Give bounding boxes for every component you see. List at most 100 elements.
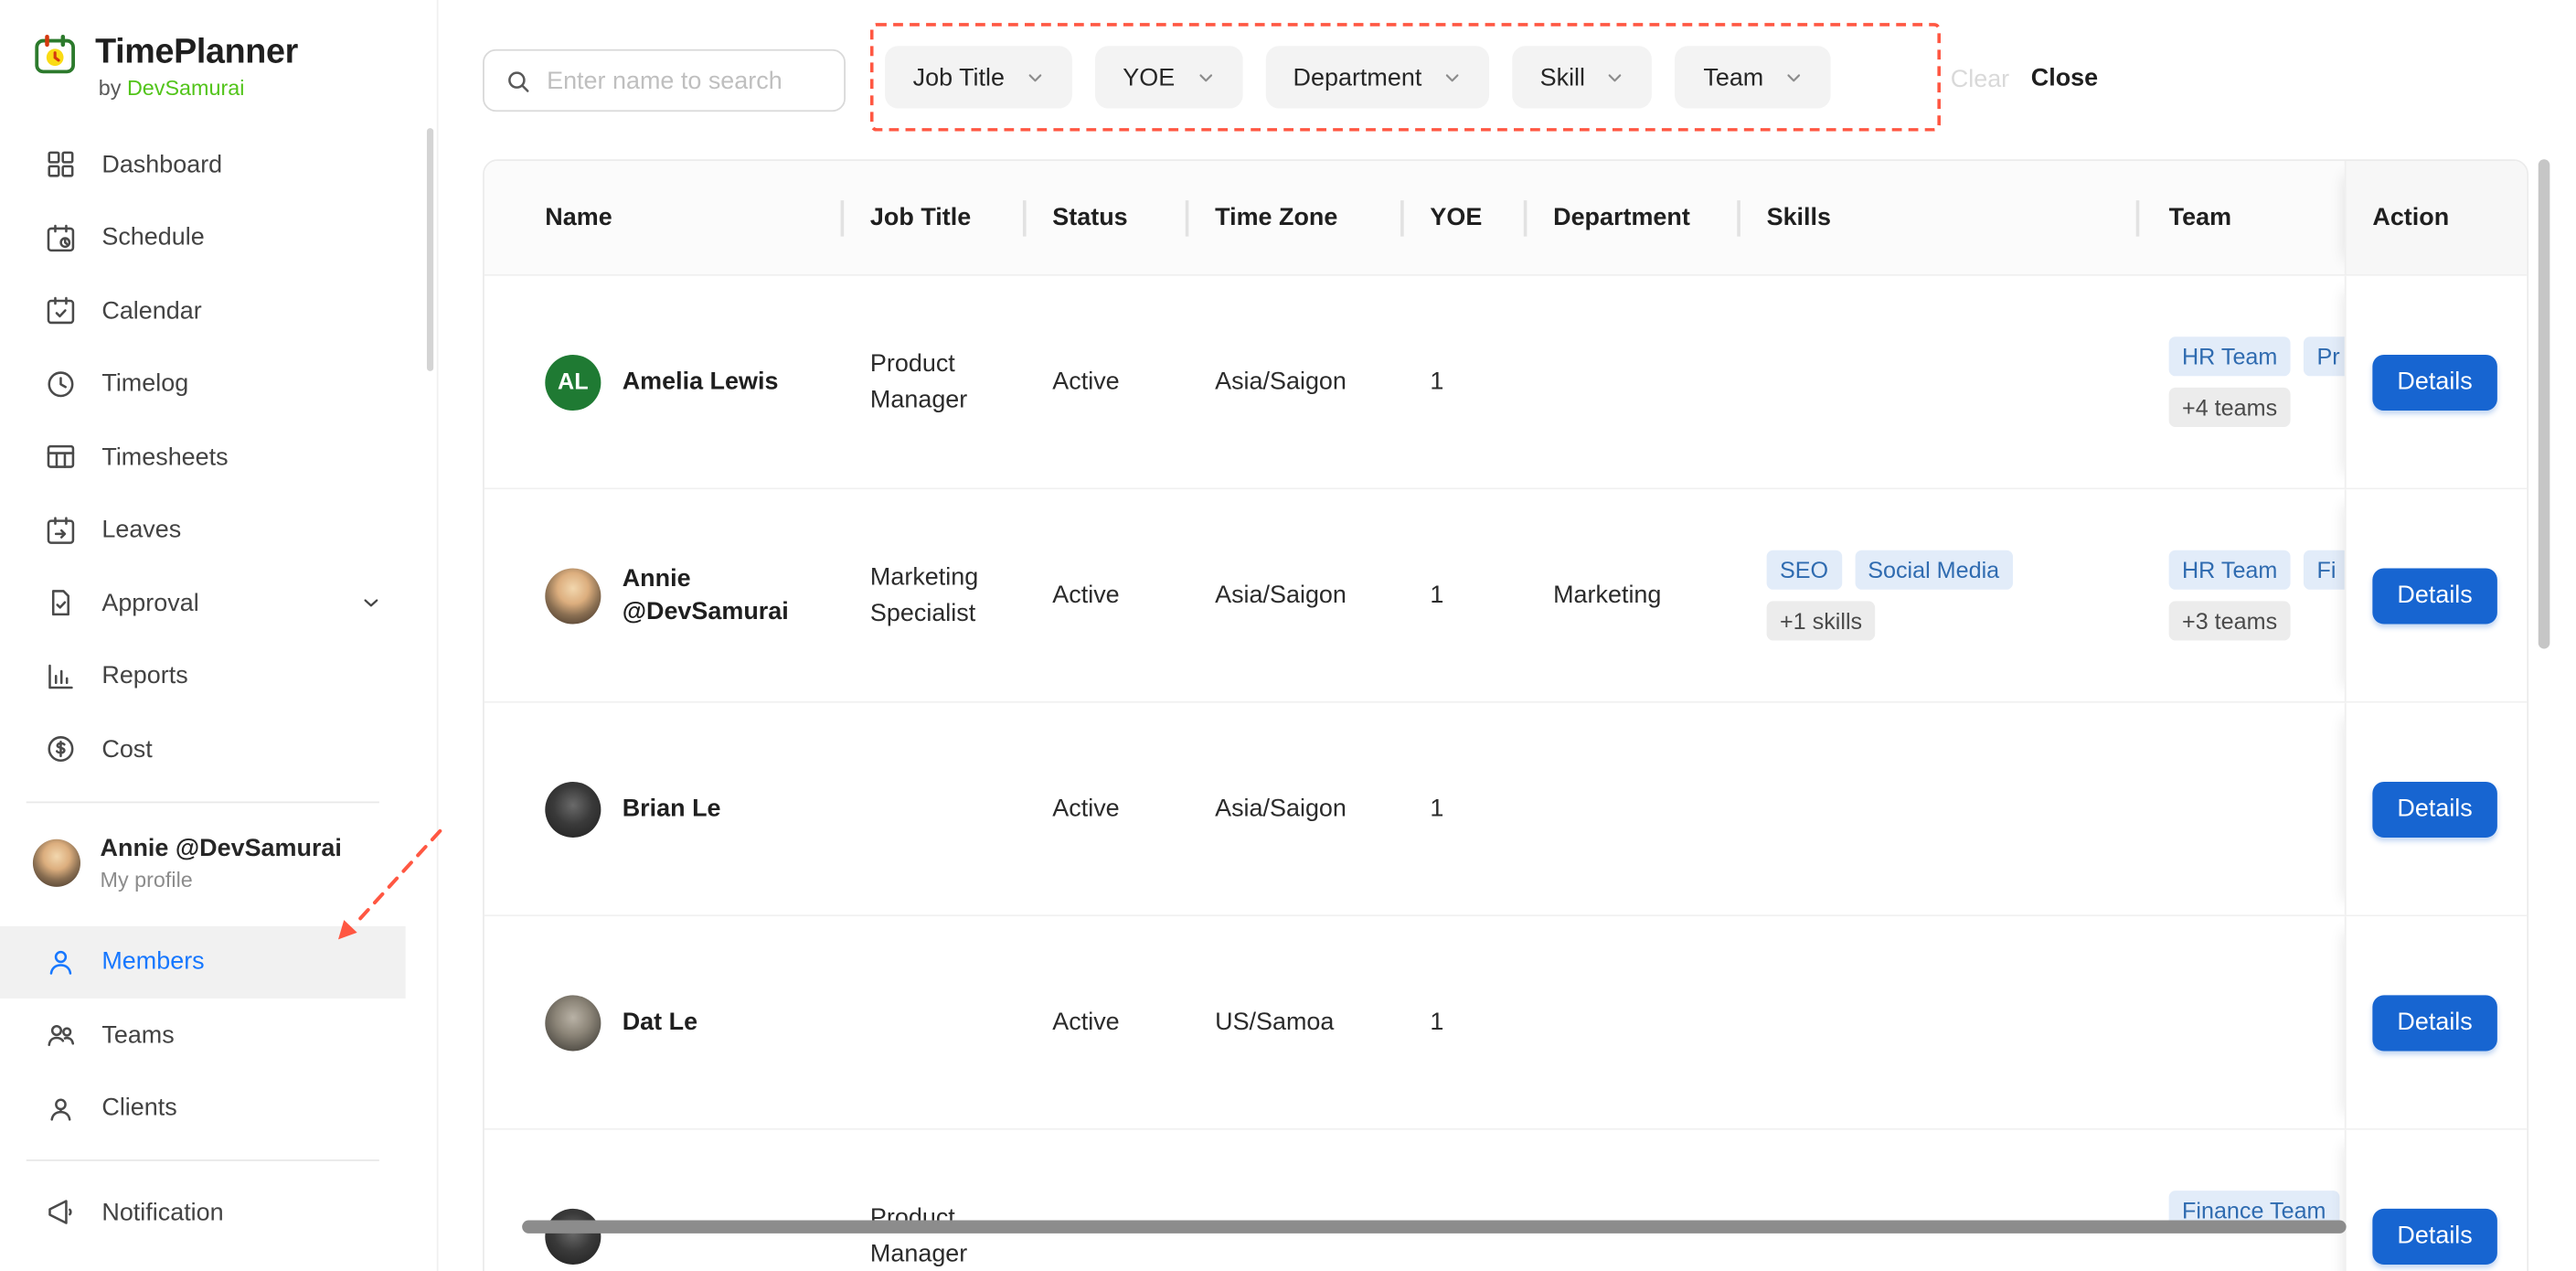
department-cell — [1524, 916, 1737, 1128]
action-cell: Details — [2344, 275, 2528, 488]
sidebar-nav: Dashboard Schedule Calendar Timelog Time… — [0, 128, 437, 785]
team-cell — [2136, 703, 2345, 915]
sidebar-divider — [26, 800, 379, 803]
team-chip: HR Team — [2168, 336, 2291, 377]
sidebar-item-notification[interactable]: Notification — [0, 1176, 406, 1249]
details-button[interactable]: Details — [2372, 567, 2497, 624]
job-title-cell: Product Manager — [869, 1203, 968, 1267]
team-cell: HR Team Pr +4 teams — [2136, 276, 2353, 488]
table-row[interactable]: AL Amelia Lewis Product Manager Active A… — [484, 275, 2528, 490]
action-cell: Details — [2344, 1129, 2528, 1271]
members-icon — [49, 950, 72, 975]
search-input[interactable] — [547, 66, 825, 95]
app-title: TimePlanner — [95, 32, 298, 71]
avatar — [545, 1208, 601, 1265]
details-button[interactable]: Details — [2372, 781, 2497, 838]
schedule-icon — [47, 224, 75, 251]
time-zone-cell: US/Samoa — [1215, 1008, 1335, 1036]
action-cell: Details — [2344, 916, 2528, 1128]
column-header-status: Status — [1022, 161, 1186, 274]
skill-chip: Social Media — [1854, 550, 2013, 590]
member-name: Dat Le — [622, 1008, 698, 1036]
sidebar-item-approval[interactable]: Approval — [0, 567, 406, 640]
skills-cell — [1737, 1130, 2135, 1271]
horizontal-scrollbar[interactable] — [522, 1220, 2347, 1234]
dashboard-icon — [48, 152, 74, 178]
column-header-job-title: Job Title — [840, 161, 1023, 274]
chevron-down-icon — [1609, 73, 1623, 81]
table-row[interactable]: Product Manager Finance Team Details — [484, 1129, 2528, 1271]
reports-icon — [48, 664, 73, 689]
sidebar-item-schedule[interactable]: Schedule — [0, 201, 406, 274]
member-name: Annie @DevSamurai — [622, 564, 789, 625]
column-header-team: Team — [2135, 161, 2345, 274]
profile-name: Annie @DevSamurai — [100, 834, 342, 863]
time-zone-cell: Asia/Saigon — [1215, 794, 1347, 823]
chevron-down-icon — [1787, 73, 1801, 81]
chevron-down-icon — [1445, 73, 1459, 81]
table-row[interactable]: Brian Le Active Asia/Saigon 1 Details — [484, 702, 2528, 917]
leaves-icon — [47, 516, 75, 544]
sidebar-item-cost[interactable]: Cost — [0, 713, 406, 786]
sidebar-divider — [26, 1159, 379, 1161]
team-cell — [2136, 916, 2345, 1128]
action-cell: Details — [2344, 489, 2528, 701]
column-header-skills: Skills — [1737, 161, 2135, 274]
department-cell: Marketing — [1553, 581, 1662, 609]
table-row[interactable]: Dat Le Active US/Samoa 1 Details — [484, 916, 2528, 1130]
sidebar-item-timesheets[interactable]: Timesheets — [0, 421, 406, 494]
vertical-scrollbar[interactable] — [2538, 159, 2550, 649]
action-cell: Details — [2344, 702, 2528, 915]
skills-cell: SEO Social Media +1 skills — [1737, 489, 2135, 701]
column-header-department: Department — [1523, 161, 1737, 274]
sidebar-item-members[interactable]: Members — [0, 925, 406, 999]
skills-cell — [1737, 916, 2135, 1128]
timesheets-icon — [47, 445, 75, 469]
main-content: Job Title YOE Department Skill Team Clea… — [439, 0, 2576, 1271]
timelog-icon — [48, 370, 74, 397]
filter-skill[interactable]: Skill — [1512, 46, 1653, 109]
team-chip: HR Team — [2168, 550, 2291, 590]
search-icon — [508, 70, 529, 91]
member-name: Amelia Lewis — [622, 367, 779, 396]
filter-job-title[interactable]: Job Title — [885, 46, 1072, 109]
sidebar-item-reports[interactable]: Reports — [0, 640, 406, 713]
details-button[interactable]: Details — [2372, 1208, 2497, 1265]
chevron-down-icon — [1198, 73, 1212, 81]
sidebar-item-dashboard[interactable]: Dashboard — [0, 128, 406, 201]
details-button[interactable]: Details — [2372, 354, 2497, 411]
column-header-name: Name — [545, 203, 612, 232]
sidebar-item-leaves[interactable]: Leaves — [0, 494, 406, 567]
job-title-cell: Marketing Specialist — [869, 562, 979, 627]
avatar — [545, 567, 601, 624]
filter-team[interactable]: Team — [1675, 46, 1831, 109]
filter-yoe[interactable]: YOE — [1094, 46, 1242, 109]
status-cell: Active — [1052, 581, 1120, 609]
sidebar-scrollbar[interactable] — [426, 128, 434, 371]
table-row[interactable]: Annie @DevSamurai Marketing Specialist A… — [484, 489, 2528, 703]
sidebar-item-calendar[interactable]: Calendar — [0, 274, 406, 347]
sidebar-item-clients[interactable]: Clients — [0, 1072, 406, 1145]
more-teams-chip: +4 teams — [2168, 387, 2291, 427]
profile-avatar — [32, 838, 81, 887]
app-logo: TimePlanner — [0, 0, 437, 85]
team-cell: HR Team Fi +3 teams — [2136, 489, 2349, 701]
close-filters-link[interactable]: Close — [2031, 64, 2098, 92]
status-cell — [1023, 1130, 1186, 1271]
clear-filters-link[interactable]: Clear — [1951, 66, 2009, 94]
skill-chip: SEO — [1766, 550, 1842, 590]
filter-department[interactable]: Department — [1265, 46, 1489, 109]
time-zone-cell — [1186, 1130, 1400, 1271]
annotation-filter-box: Job Title YOE Department Skill Team — [869, 23, 1941, 132]
notification-icon — [48, 1200, 72, 1225]
avatar — [545, 781, 601, 838]
table-header: Name Job Title Status Time Zone YOE Depa… — [484, 161, 2528, 276]
sidebar-item-cutoff[interactable] — [0, 1249, 406, 1271]
search-box — [483, 48, 846, 112]
sidebar-item-teams[interactable]: Teams — [0, 999, 406, 1072]
profile-item[interactable]: Annie @DevSamurai My profile — [0, 817, 437, 910]
brand-name: DevSamurai — [126, 75, 245, 101]
app-logo-icon — [33, 33, 77, 85]
details-button[interactable]: Details — [2372, 994, 2497, 1051]
sidebar-item-timelog[interactable]: Timelog — [0, 347, 406, 421]
